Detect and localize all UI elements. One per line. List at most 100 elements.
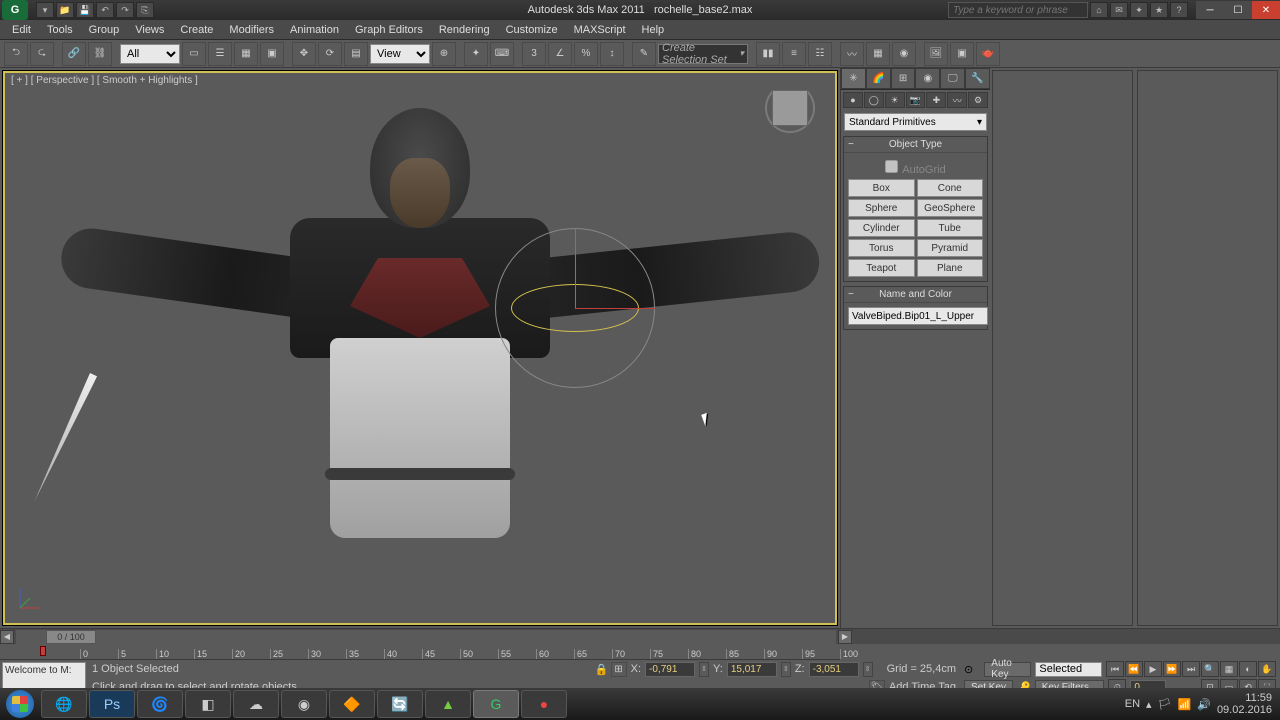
tray-arrow-icon[interactable]: ▴ [1146, 698, 1152, 711]
angle-snap-icon[interactable]: ∠ [548, 42, 572, 66]
snap-toggle-icon[interactable]: 3 [522, 42, 546, 66]
coord-y-input[interactable] [727, 662, 777, 677]
coord-z-input[interactable] [809, 662, 859, 677]
absolute-mode-icon[interactable]: ⊞ [611, 662, 627, 677]
menu-tools[interactable]: Tools [39, 22, 81, 38]
undo-icon[interactable]: ⮌ [4, 42, 28, 66]
render-icon[interactable]: 🫖 [976, 42, 1000, 66]
taskbar-app5-icon[interactable]: ▲ [425, 690, 471, 718]
redo-icon[interactable]: ⮎ [30, 42, 54, 66]
menu-group[interactable]: Group [81, 22, 128, 38]
isolate-toggle-icon[interactable]: ⊙ [964, 663, 980, 676]
taskbar-record-icon[interactable]: ● [521, 690, 567, 718]
taskbar-blender-icon[interactable]: 🌀 [137, 690, 183, 718]
menu-maxscript[interactable]: MAXScript [566, 22, 634, 38]
coord-x-input[interactable] [645, 662, 695, 677]
unlink-icon[interactable]: ⛓ [88, 42, 112, 66]
qat-link-icon[interactable]: ⎘ [136, 2, 154, 18]
select-name-icon[interactable]: ☰ [208, 42, 232, 66]
play-icon[interactable]: ▶ [1144, 661, 1162, 677]
nav-zoom-icon[interactable]: 🔍 [1201, 661, 1219, 677]
primitive-torus-button[interactable]: Torus [848, 239, 915, 257]
mirror-icon[interactable]: ▮▮ [756, 42, 780, 66]
select-scale-icon[interactable]: ▤ [344, 42, 368, 66]
material-editor-icon[interactable]: ◉ [892, 42, 916, 66]
primitive-box-button[interactable]: Box [848, 179, 915, 197]
schematic-icon[interactable]: ▦ [866, 42, 890, 66]
primitive-cone-button[interactable]: Cone [917, 179, 984, 197]
qat-save-icon[interactable]: 💾 [76, 2, 94, 18]
edit-named-sel-icon[interactable]: ✎ [632, 42, 656, 66]
subtab-helpers-icon[interactable]: ✚ [926, 92, 946, 108]
manipulate-icon[interactable]: ✦ [464, 42, 488, 66]
key-mode-dropdown[interactable]: Selected [1035, 662, 1102, 677]
coord-z-spinner[interactable]: ⇕ [863, 662, 873, 677]
minimize-button[interactable]: ─ [1196, 1, 1224, 19]
menu-rendering[interactable]: Rendering [431, 22, 498, 38]
primitive-teapot-button[interactable]: Teapot [848, 259, 915, 277]
viewport-perspective[interactable]: [ + ] [ Perspective ] [ Smooth + Highlig… [3, 71, 837, 625]
menu-grapheditors[interactable]: Graph Editors [347, 22, 431, 38]
menu-edit[interactable]: Edit [4, 22, 39, 38]
select-move-icon[interactable]: ✥ [292, 42, 316, 66]
coord-y-spinner[interactable]: ⇕ [781, 662, 791, 677]
time-slider-next-icon[interactable]: ▶ [838, 630, 852, 644]
primitive-tube-button[interactable]: Tube [917, 219, 984, 237]
tray-volume-icon[interactable]: 🔊 [1197, 698, 1211, 711]
tab-utilities-icon[interactable]: 🔧 [965, 68, 990, 89]
menu-views[interactable]: Views [127, 22, 172, 38]
menu-modifiers[interactable]: Modifiers [221, 22, 282, 38]
select-rotate-icon[interactable]: ⟳ [318, 42, 342, 66]
communication-icon[interactable]: ✉ [1110, 2, 1128, 18]
menu-customize[interactable]: Customize [498, 22, 566, 38]
keyboard-shortcut-icon[interactable]: ⌨ [490, 42, 514, 66]
taskbar-chrome-icon[interactable]: 🌐 [41, 690, 87, 718]
autogrid-checkbox[interactable]: AutoGrid [848, 157, 983, 179]
menu-animation[interactable]: Animation [282, 22, 347, 38]
next-frame-icon[interactable]: ⏩ [1163, 661, 1181, 677]
taskbar-steam-icon[interactable]: ◉ [281, 690, 327, 718]
menu-help[interactable]: Help [634, 22, 673, 38]
select-object-icon[interactable]: ▭ [182, 42, 206, 66]
help-icon[interactable]: ? [1170, 2, 1188, 18]
qat-redo-icon[interactable]: ↷ [116, 2, 134, 18]
subtab-shapes-icon[interactable]: ◯ [864, 92, 884, 108]
window-crossing-icon[interactable]: ▣ [260, 42, 284, 66]
taskbar-photoshop-icon[interactable]: Ps [89, 690, 135, 718]
primitive-geosphere-button[interactable]: GeoSphere [917, 199, 984, 217]
keyframe-marker[interactable] [40, 646, 46, 656]
align-icon[interactable]: ≡ [782, 42, 806, 66]
time-slider-track[interactable]: 0 / 100 [16, 630, 836, 644]
taskbar-3dsmax-icon[interactable]: G [473, 690, 519, 718]
close-button[interactable]: ✕ [1252, 1, 1280, 19]
subscription-icon[interactable]: ✦ [1130, 2, 1148, 18]
start-button[interactable] [0, 688, 40, 720]
tray-lang[interactable]: EN [1125, 698, 1140, 710]
render-setup-icon[interactable]: 🖼 [924, 42, 948, 66]
goto-end-icon[interactable]: ⏭ [1182, 661, 1200, 677]
auto-key-button[interactable]: Auto Key [984, 662, 1031, 677]
taskbar-app3-icon[interactable]: 🔶 [329, 690, 375, 718]
subtab-lights-icon[interactable]: ☀ [885, 92, 905, 108]
viewcube[interactable] [765, 83, 815, 133]
selection-filter-dropdown[interactable]: All [120, 44, 180, 64]
time-ruler[interactable]: 0510152025303540455055606570758085909510… [0, 644, 840, 660]
named-selection-dropdown[interactable]: Create Selection Set ▾ [658, 44, 748, 64]
taskbar-app1-icon[interactable]: ◧ [185, 690, 231, 718]
lock-selection-icon[interactable]: 🔒 [595, 663, 607, 675]
dock-panel-1[interactable] [992, 70, 1133, 626]
goto-start-icon[interactable]: ⏮ [1106, 661, 1124, 677]
pivot-center-icon[interactable]: ⊕ [432, 42, 456, 66]
primitive-sphere-button[interactable]: Sphere [848, 199, 915, 217]
tab-display-icon[interactable]: 🖵 [940, 68, 965, 89]
taskbar-app2-icon[interactable]: ☁ [233, 690, 279, 718]
subtab-cameras-icon[interactable]: 📷 [906, 92, 926, 108]
favorites-icon[interactable]: ★ [1150, 2, 1168, 18]
render-frame-icon[interactable]: ▣ [950, 42, 974, 66]
nav-fov-icon[interactable]: ◐ [1239, 661, 1257, 677]
prev-frame-icon[interactable]: ⏪ [1125, 661, 1143, 677]
subtab-spacewarps-icon[interactable]: 〰 [947, 92, 967, 108]
app-icon[interactable]: G [2, 0, 28, 20]
primitive-category-dropdown[interactable]: Standard Primitives [844, 113, 987, 131]
primitive-plane-button[interactable]: Plane [917, 259, 984, 277]
